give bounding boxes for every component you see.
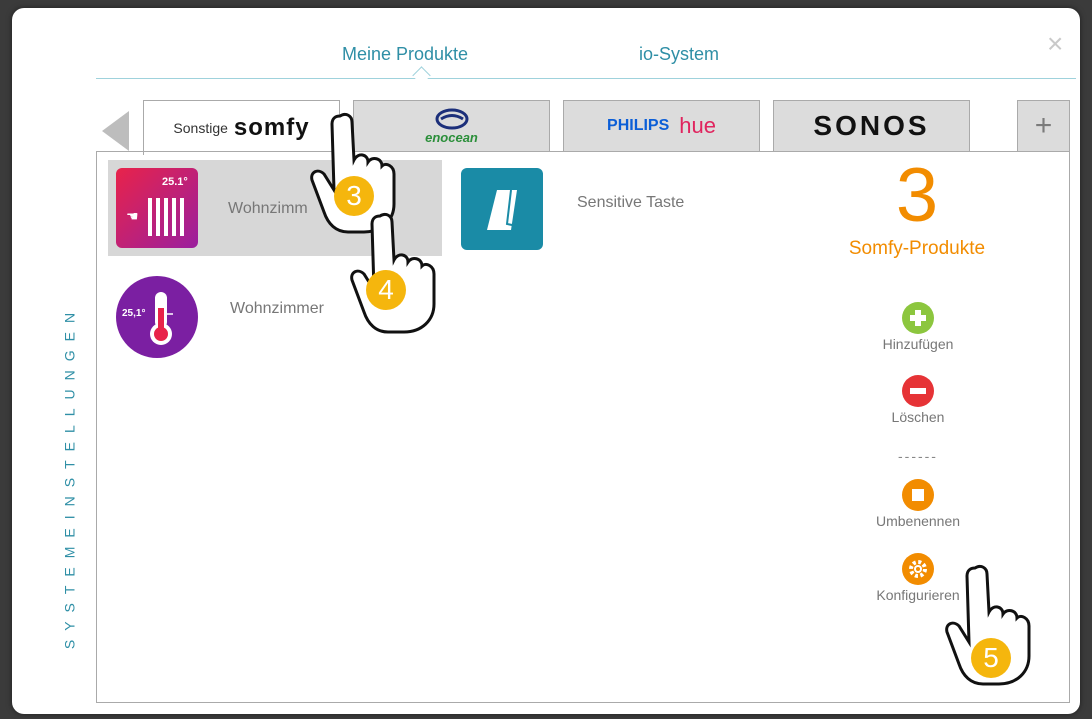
system-settings-text: SYSTEMEINSTELLUNGEN — [61, 303, 78, 650]
brand-tab-somfy-prefix: Sonstige — [173, 120, 228, 136]
thermometer-icon[interactable]: 25,1° — [116, 276, 198, 358]
enocean-logo: enocean — [425, 129, 478, 145]
hand-pointer-small-icon: ☚ — [126, 208, 139, 224]
somfy-logo: somfy — [233, 114, 310, 141]
close-icon[interactable]: × — [1047, 30, 1063, 58]
configure-button[interactable]: Konfigurieren — [863, 553, 973, 603]
tab-io-system[interactable]: io-System — [639, 44, 719, 65]
hue-logo: hue — [679, 113, 716, 138]
brand-tab-sonos[interactable]: SONOS — [773, 100, 970, 152]
active-tab-indicator — [412, 66, 431, 85]
rename-button[interactable]: Umbenennen — [863, 479, 973, 529]
heater-temp-label: 25.1° — [162, 176, 188, 188]
action-separator: ------ — [898, 448, 938, 464]
device-label: Sensitive Taste — [577, 194, 685, 211]
stop-square-icon — [902, 479, 934, 511]
settings-dialog: × Meine Produkte io-System Sonstige somf… — [12, 8, 1080, 714]
enocean-swirl-icon — [435, 108, 468, 129]
switch-shape-icon — [487, 189, 518, 230]
thermo-temp-label: 25,1° — [122, 308, 146, 319]
add-button[interactable]: Hinzufügen — [863, 302, 973, 352]
tab-underline — [96, 78, 1076, 79]
rename-label: Umbenennen — [875, 513, 961, 529]
gear-icon — [902, 553, 934, 585]
minus-circle-icon — [902, 375, 934, 407]
delete-button[interactable]: Löschen — [863, 375, 973, 425]
radiator-bars — [148, 198, 184, 236]
product-count: 3 — [895, 153, 939, 238]
tab-meine-produkte[interactable]: Meine Produkte — [342, 44, 468, 65]
thermometer-shape — [150, 292, 173, 345]
device-label: Wohnzimmer — [230, 300, 324, 317]
philips-logo: PHILIPS — [607, 117, 670, 134]
brand-tab-enocean[interactable]: enocean — [353, 100, 550, 152]
add-label: Hinzufügen — [882, 336, 954, 352]
add-brand-button[interactable]: + — [1017, 100, 1070, 152]
heater-tile-icon: 25.1° ☚ — [116, 168, 198, 248]
scroll-left-arrow-icon[interactable] — [102, 111, 129, 151]
brand-tab-philips-hue[interactable]: PHILIPS hue — [563, 100, 760, 152]
sensitive-switch-icon[interactable] — [461, 168, 543, 250]
sonos-logo: SONOS — [813, 110, 930, 141]
device-label: Wohnzimm — [228, 200, 308, 217]
plus-circle-icon — [902, 302, 934, 334]
delete-label: Löschen — [891, 409, 945, 425]
configure-label: Konfigurieren — [876, 587, 960, 603]
product-count-label: Somfy-Produkte — [848, 238, 986, 259]
brand-tab-somfy[interactable]: Sonstige somfy — [143, 100, 340, 155]
